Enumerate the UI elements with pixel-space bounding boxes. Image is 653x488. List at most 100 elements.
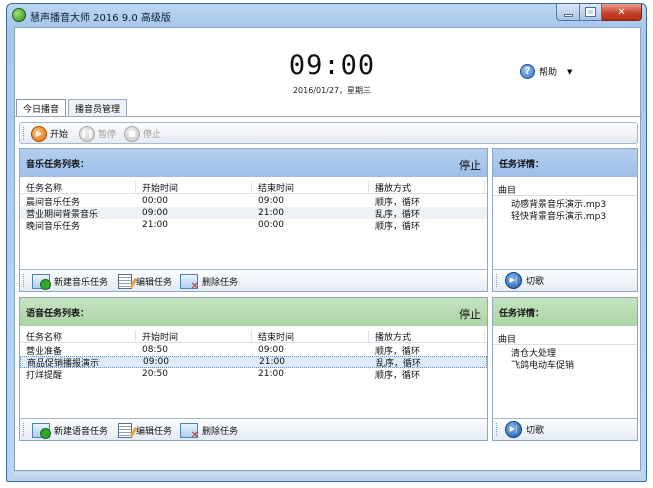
voice-next-track-button[interactable]: ▶| 切歌 <box>505 420 544 438</box>
toolbar-grip[interactable] <box>496 274 499 287</box>
column-header[interactable]: 播放方式 <box>369 181 485 193</box>
start-time: 20:50 <box>142 369 168 379</box>
delete-music-task-label: 删除任务 <box>202 277 239 288</box>
minimize-button[interactable] <box>556 4 580 21</box>
new-music-task-button[interactable]: 新建音乐任务 <box>32 273 109 290</box>
music-table-header: 任务名称 开始时间 结束时间 播放方式 <box>20 181 487 194</box>
voice-status: 停止 <box>459 308 481 321</box>
next-track-icon: ▶| <box>505 420 522 438</box>
clock-date: 2016/01/27，星期三 <box>292 86 372 95</box>
voice-task-rows: 营业准备 08:50 09:00 顺序，循环 商品促销播报演示 09:00 21… <box>20 344 487 381</box>
end-time: 21:00 <box>259 357 285 367</box>
toolbar-grip[interactable] <box>23 274 26 287</box>
status-bar <box>14 472 641 480</box>
edit-music-task-button[interactable]: 编辑任务 <box>118 273 172 289</box>
music-details-footer: ▶| 切歌 <box>493 269 637 291</box>
table-row[interactable]: 晚间音乐任务 21:00 00:00 顺序，循环 <box>20 219 487 232</box>
edit-music-task-label: 编辑任务 <box>136 277 173 288</box>
new-voice-task-button[interactable]: 新建语音任务 <box>32 422 109 439</box>
start-time: 09:00 <box>143 357 169 367</box>
column-header[interactable]: 开始时间 <box>136 330 252 342</box>
music-status: 停止 <box>459 159 481 172</box>
pause-button[interactable]: ❚❚ 暂停 <box>79 125 116 142</box>
column-header[interactable]: 结束时间 <box>252 181 369 193</box>
music-task-footer: 新建音乐任务 编辑任务 删除任务 <box>20 269 487 292</box>
voice-table-header: 任务名称 开始时间 结束时间 播放方式 <box>20 330 487 343</box>
pause-label: 暂停 <box>98 130 117 140</box>
music-track-list: 曲目 动感背景音乐演示.mp3 轻快背景音乐演示.mp3 <box>493 183 637 222</box>
table-row-selected[interactable]: 商品促销播报演示 09:00 21:00 乱序，循环 <box>20 356 487 369</box>
help-icon: ? <box>520 64 535 79</box>
play-icon: ▶ <box>31 125 47 142</box>
chevron-down-icon[interactable]: ▼ <box>567 68 572 76</box>
tab-announcer-management[interactable]: 播音员管理 <box>68 99 128 116</box>
toolbar-grip[interactable] <box>23 127 26 140</box>
playback-toolbar: ▶ 开始 ❚❚ 暂停 ■ 停止 <box>19 122 638 144</box>
window-title: 慧声播音大师 2016 9.0 高级版 <box>30 13 171 24</box>
new-task-icon <box>32 273 51 290</box>
end-time: 09:00 <box>258 196 284 206</box>
maximize-button[interactable] <box>580 4 602 21</box>
track-column-header[interactable]: 曲目 <box>493 183 637 196</box>
clock-time: 09:00 <box>288 50 376 81</box>
new-task-icon <box>32 422 51 439</box>
title-bar[interactable]: 慧声播音大师 2016 9.0 高级版 ✕ <box>7 4 646 26</box>
delete-music-task-button[interactable]: 删除任务 <box>180 273 239 292</box>
toolbar-grip[interactable] <box>496 423 499 436</box>
edit-voice-task-label: 编辑任务 <box>136 426 173 437</box>
end-time: 09:00 <box>258 345 284 355</box>
voice-details-footer: ▶| 切歌 <box>493 418 637 440</box>
maximize-icon <box>585 7 596 17</box>
app-logo-icon <box>12 8 26 22</box>
new-voice-task-label: 新建语音任务 <box>54 426 109 437</box>
next-track-icon: ▶| <box>505 271 522 289</box>
voice-details-header: 任务详情： <box>493 298 637 326</box>
close-button[interactable]: ✕ <box>602 4 642 21</box>
stop-button[interactable]: ■ 停止 <box>124 125 161 142</box>
edit-task-icon <box>118 422 132 438</box>
column-header[interactable]: 结束时间 <box>252 330 369 342</box>
table-row[interactable]: 营业准备 08:50 09:00 顺序，循环 <box>20 344 487 357</box>
voice-details-panel: 任务详情： 曲目 清仓大处理 飞鸽电动车促销 ▶| 切歌 <box>492 297 638 441</box>
track-column-header[interactable]: 曲目 <box>493 332 637 345</box>
end-time: 21:00 <box>258 208 284 218</box>
start-time: 08:50 <box>142 345 168 355</box>
delete-task-icon <box>180 273 199 292</box>
column-header[interactable]: 开始时间 <box>136 181 252 193</box>
start-time: 00:00 <box>142 196 168 206</box>
toolbar-grip[interactable] <box>23 423 26 436</box>
delete-voice-task-button[interactable]: 删除任务 <box>180 422 239 441</box>
list-item[interactable]: 清仓大处理 <box>493 346 637 359</box>
column-header[interactable]: 任务名称 <box>20 330 136 342</box>
start-time: 09:00 <box>142 208 168 218</box>
help-menu[interactable]: ? 帮助 ▼ <box>520 64 572 79</box>
music-next-track-label: 切歌 <box>526 276 545 287</box>
close-icon: ✕ <box>617 6 626 18</box>
window-controls: ✕ <box>556 4 642 21</box>
music-details-title: 任务详情： <box>499 159 545 170</box>
voice-task-header: 语音任务列表： 停止 <box>20 298 487 326</box>
table-row[interactable]: 晨间音乐任务 00:00 09:00 顺序，循环 <box>20 195 487 208</box>
start-time: 21:00 <box>142 220 168 230</box>
end-time: 21:00 <box>258 369 284 379</box>
table-row[interactable]: 打烊提醒 20:50 21:00 顺序，循环 <box>20 368 487 381</box>
list-item[interactable]: 轻快背景音乐演示.mp3 <box>493 209 637 222</box>
column-header[interactable]: 播放方式 <box>369 330 485 342</box>
table-row[interactable]: 营业期间背景音乐 09:00 21:00 乱序，循环 <box>20 207 487 220</box>
start-button[interactable]: ▶ 开始 <box>31 125 68 142</box>
edit-task-icon <box>118 273 132 289</box>
music-task-panel: 音乐任务列表： 停止 任务名称 开始时间 结束时间 播放方式 晨间音乐任务 00… <box>19 148 488 292</box>
tab-today-broadcast[interactable]: 今日播音 <box>16 99 67 117</box>
new-music-task-label: 新建音乐任务 <box>54 277 109 288</box>
start-label: 开始 <box>50 130 69 140</box>
tab-divider <box>15 116 642 117</box>
list-item[interactable]: 飞鸽电动车促销 <box>493 358 637 371</box>
list-item[interactable]: 动感背景音乐演示.mp3 <box>493 197 637 210</box>
voice-task-footer: 新建语音任务 编辑任务 删除任务 <box>20 418 487 441</box>
column-header[interactable]: 任务名称 <box>20 181 136 193</box>
end-time: 00:00 <box>258 220 284 230</box>
edit-voice-task-button[interactable]: 编辑任务 <box>118 422 172 438</box>
delete-voice-task-label: 删除任务 <box>202 426 239 437</box>
client-area: 09:00 2016/01/27，星期三 ? 帮助 ▼ 今日播音 播音员管理 ▶… <box>14 27 642 471</box>
music-next-track-button[interactable]: ▶| 切歌 <box>505 271 545 289</box>
